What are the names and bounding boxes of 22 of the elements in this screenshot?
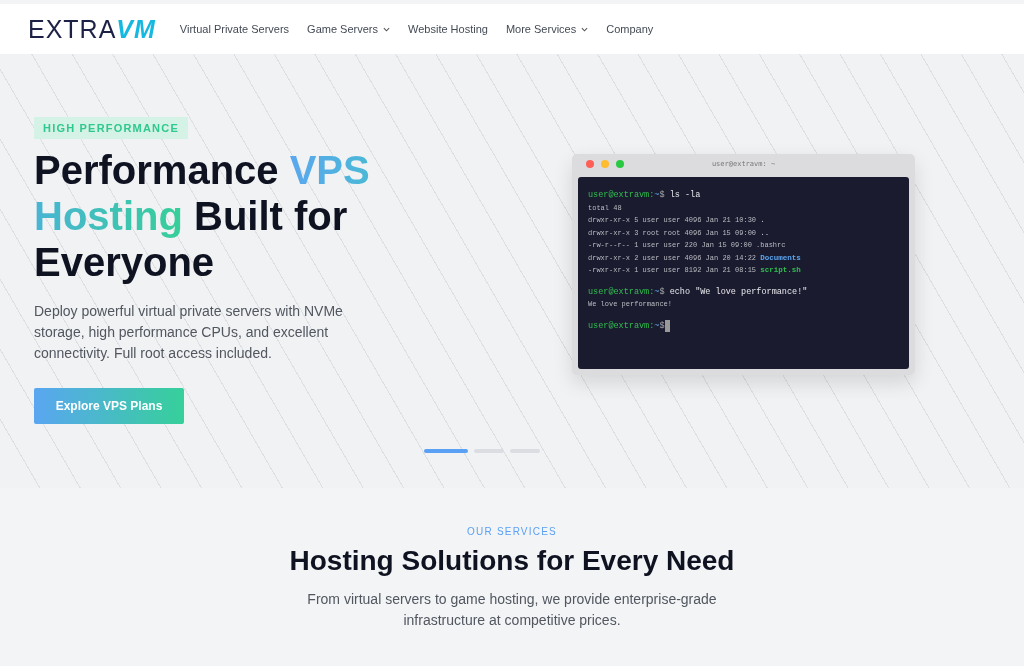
hero-description: Deploy powerful virtual private servers with NVMe storage, high performance CPUs, and excellent connectivity. Full root access included. <box>34 302 344 363</box>
section-heading: Hosting Solutions for Every Need <box>288 545 736 577</box>
chevron-down-icon <box>581 26 589 32</box>
nav-link[interactable]: Virtual Private Servers <box>179 23 290 35</box>
terminal-line: user@extravm:~$ <box>588 319 899 332</box>
nav-link[interactable]: More Services <box>505 23 589 35</box>
maximize-dot-icon <box>616 160 624 168</box>
nav-link[interactable]: Company <box>606 23 654 35</box>
cursor <box>664 319 670 332</box>
slide-indicator[interactable] <box>424 449 468 453</box>
close-dot-icon <box>586 160 594 168</box>
minimize-dot-icon <box>601 160 609 168</box>
chevron-down-icon <box>383 26 390 32</box>
hero-heading: Performance VPS Hosting Built for Everyone <box>34 147 371 285</box>
badge: HIGH PERFORMANCE <box>34 117 188 139</box>
nav-link[interactable]: Website Hosting <box>408 23 488 35</box>
section-eyebrow: OUR SERVICES <box>466 526 558 537</box>
terminal-line: user@extravm:~$ echo "We love performance!" <box>588 285 809 298</box>
terminal-line: user@extravm:~$ ls -la <box>588 189 702 202</box>
logo[interactable]: EXTRAVM <box>28 14 156 44</box>
nav-link[interactable]: Game Servers <box>307 23 390 35</box>
section-description: From virtual servers to game hosting, we provide enterprise-grade infrastructure at competitive prices. <box>306 590 718 630</box>
